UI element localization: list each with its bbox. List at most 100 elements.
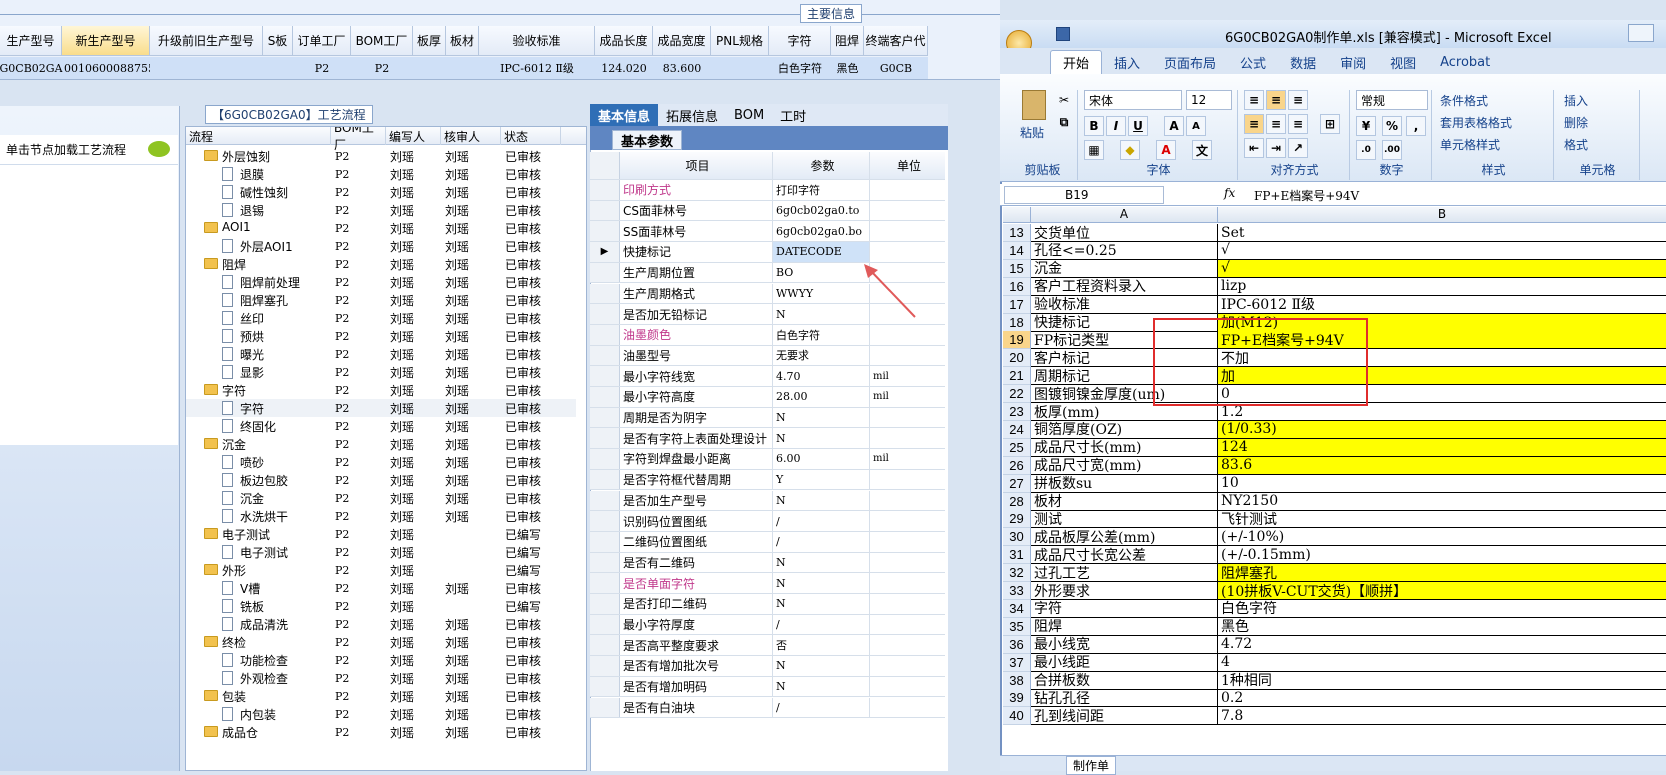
tree-row[interactable]: 终固化 P2 刘瑶 刘瑶 已审核 <box>186 417 576 435</box>
tree-node[interactable]: 阻焊塞孔 <box>186 291 331 309</box>
tree-row[interactable]: 字符 P2 刘瑶 刘瑶 已审核 <box>186 381 576 399</box>
decrease-decimal-icon[interactable]: .00 <box>1382 140 1402 160</box>
ribbon-tab-formulas[interactable]: 公式 <box>1228 50 1278 74</box>
param-row[interactable]: 是否有字符上表面处理设计 N <box>590 428 945 450</box>
cell-b[interactable]: (1/0.33) <box>1218 420 1666 439</box>
main-col-header[interactable]: PNL规格 <box>711 26 769 56</box>
tree-node[interactable]: 沉金 <box>186 489 331 507</box>
row-number[interactable]: 33 <box>1003 582 1031 600</box>
cell-a[interactable]: 成品板厚公差(mm) <box>1031 528 1218 547</box>
align-bottom-icon[interactable]: ≡ <box>1288 90 1308 110</box>
row-number[interactable]: 15 <box>1003 259 1031 278</box>
row-number[interactable]: 36 <box>1003 635 1031 654</box>
tree-node[interactable]: 曝光 <box>186 345 331 363</box>
tree-node[interactable]: 水洗烘干 <box>186 507 331 525</box>
row-number[interactable]: 35 <box>1003 617 1031 636</box>
cell-a[interactable]: 外形要求 <box>1031 582 1218 600</box>
tree-row[interactable]: 功能检查 P2 刘瑶 刘瑶 已审核 <box>186 651 576 669</box>
tree-row[interactable]: 沉金 P2 刘瑶 刘瑶 已审核 <box>186 435 576 453</box>
param-value[interactable]: 28.00 <box>773 387 870 407</box>
main-cell[interactable]: 10010600088755 <box>62 57 150 79</box>
italic-button[interactable]: I <box>1106 116 1126 136</box>
tab-bom[interactable]: BOM <box>726 104 772 126</box>
tree-row[interactable]: 丝印 P2 刘瑶 刘瑶 已审核 <box>186 309 576 327</box>
row-number[interactable]: 34 <box>1003 599 1031 618</box>
minimize-button[interactable] <box>1628 24 1654 42</box>
column-a-header[interactable]: A <box>1031 207 1218 222</box>
insert-button[interactable]: 插入 <box>1564 90 1588 110</box>
cell-a[interactable]: 铜箔厚度(OZ) <box>1031 420 1218 439</box>
tree-node[interactable]: 阻焊前处理 <box>186 273 331 291</box>
tree-row[interactable]: 阻焊 P2 刘瑶 刘瑶 已审核 <box>186 255 576 273</box>
cell-a[interactable]: 合拼板数 <box>1031 671 1218 690</box>
cut-icon[interactable]: ✂ <box>1054 90 1074 110</box>
param-col-unit[interactable]: 单位 <box>870 152 945 179</box>
tree-node[interactable]: V槽 <box>186 579 331 597</box>
underline-button[interactable]: U <box>1128 116 1148 136</box>
paste-icon[interactable] <box>1022 90 1046 120</box>
sheet-row[interactable]: 13 交货单位 Set <box>1003 224 1666 242</box>
cell-a[interactable]: 测试 <box>1031 510 1218 529</box>
font-size-combo[interactable]: 12 <box>1186 90 1232 110</box>
param-value[interactable]: 白色字符 <box>773 324 870 345</box>
cell-a[interactable]: 成品尺寸长宽公差 <box>1031 546 1218 565</box>
param-value[interactable]: BO <box>773 262 870 283</box>
param-row[interactable]: 二维码位置图纸 / <box>590 531 945 553</box>
param-value[interactable]: 6.00 <box>773 449 870 469</box>
param-value[interactable]: WWYY <box>773 283 870 304</box>
format-button[interactable]: 格式 <box>1564 134 1588 154</box>
tree-row[interactable]: AOI1 P2 刘瑶 刘瑶 已审核 <box>186 219 576 237</box>
row-number[interactable]: 21 <box>1003 367 1031 386</box>
row-number[interactable]: 25 <box>1003 438 1031 457</box>
tree-node[interactable]: 显影 <box>186 363 331 381</box>
sheet-row[interactable]: 29 测试 飞针测试 <box>1003 510 1666 529</box>
tree-node[interactable]: 外层蚀刻 <box>186 147 331 165</box>
font-color-icon[interactable]: A <box>1156 140 1176 160</box>
cell-b[interactable]: 4 <box>1218 654 1666 672</box>
sheet-row[interactable]: 14 孔径<=0.25 √ <box>1003 241 1666 260</box>
tab-extended-info[interactable]: 拓展信息 <box>658 104 726 126</box>
tree-row[interactable]: 喷砂 P2 刘瑶 刘瑶 已审核 <box>186 453 576 471</box>
main-col-header[interactable]: 成品宽度 <box>653 26 711 56</box>
row-number[interactable]: 39 <box>1003 689 1031 708</box>
row-number[interactable]: 31 <box>1003 546 1031 565</box>
tree-node[interactable]: 电子测试 <box>186 543 331 561</box>
shrink-font-icon[interactable]: A <box>1186 116 1206 136</box>
cell-a[interactable]: 阻焊 <box>1031 617 1218 636</box>
cell-a[interactable]: 客户工程资料录入 <box>1031 277 1218 296</box>
param-row[interactable]: 是否高平整度要求否 <box>590 635 945 657</box>
tree-node[interactable]: 外观检查 <box>186 669 331 687</box>
row-number[interactable]: 26 <box>1003 456 1031 475</box>
param-row[interactable]: 油墨型号 无要求 <box>590 345 945 367</box>
param-row[interactable]: CS面菲林号 6g0cb02ga0.to <box>590 200 945 222</box>
cell-style-button[interactable]: 单元格样式 <box>1440 134 1500 154</box>
param-value[interactable]: N <box>773 407 870 428</box>
main-cell[interactable]: 黑色 <box>831 57 864 79</box>
cell-b[interactable]: 4.72 <box>1218 636 1666 654</box>
comma-icon[interactable]: , <box>1406 116 1426 136</box>
tree-node[interactable]: 阻焊 <box>186 255 331 273</box>
main-cell[interactable] <box>150 57 263 79</box>
tree-node[interactable]: 终检 <box>186 633 331 651</box>
cell-a[interactable]: 交货单位 <box>1031 224 1218 242</box>
tree-row[interactable]: 板边包胶 P2 刘瑶 刘瑶 已审核 <box>186 471 576 489</box>
sheet-row[interactable]: 28 板材 NY2150 <box>1003 492 1666 511</box>
cell-a[interactable]: 字符 <box>1031 599 1218 618</box>
param-row[interactable]: 是否有白油块 / <box>590 697 945 719</box>
tree-row[interactable]: 外层AOI1 P2 刘瑶 刘瑶 已审核 <box>186 237 576 255</box>
param-value[interactable]: 4.70 <box>773 366 870 386</box>
main-col-header[interactable]: BOM工厂 <box>351 26 413 56</box>
row-number[interactable]: 28 <box>1003 492 1031 511</box>
param-value[interactable]: / <box>773 614 870 635</box>
sheet-row[interactable]: 31 成品尺寸长宽公差 (+/-0.15mm) <box>1003 546 1666 565</box>
param-row[interactable]: 最小字符高度 28.00 mil <box>590 387 945 408</box>
main-cell[interactable]: 6G0CB02GA0 <box>0 57 62 79</box>
sheet-row[interactable]: 15 沉金 √ <box>1003 259 1666 278</box>
conditional-format-button[interactable]: 条件格式 <box>1440 90 1488 110</box>
cell-b[interactable]: √ <box>1218 242 1666 260</box>
cell-b[interactable]: √ <box>1218 259 1666 278</box>
param-value[interactable]: N <box>773 594 870 614</box>
main-cell[interactable]: 83.600 <box>653 57 711 79</box>
cell-b[interactable]: (+/-0.15mm) <box>1218 546 1666 565</box>
param-value[interactable]: 否 <box>773 635 870 656</box>
